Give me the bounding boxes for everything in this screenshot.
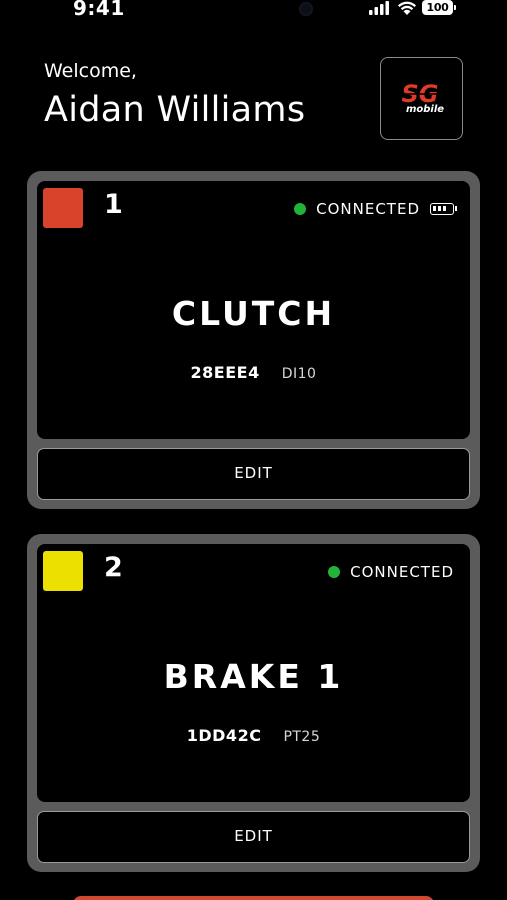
device-code: PT25 [283, 729, 321, 745]
edit-button-device-2[interactable]: EDIT [37, 811, 470, 863]
device-id: 28EEE4 [190, 363, 260, 382]
connected-dot-icon [294, 203, 307, 215]
wifi-icon [398, 1, 416, 15]
user-name: Aidan Williams [44, 90, 306, 130]
sg-logo-icon: SG mobile [393, 80, 449, 115]
device-meta: 1DD42C PT25 [37, 726, 470, 745]
device-number: 2 [104, 552, 123, 583]
device-card-body[interactable]: 2 CONNECTED BRAKE 1 1DD42C PT25 [37, 544, 470, 802]
connection-status-text: CONNECTED [350, 563, 454, 581]
device-code: DI10 [281, 366, 317, 382]
device-id: 1DD42C [186, 726, 262, 745]
device-color-swatch [43, 551, 83, 591]
device-color-swatch [43, 188, 83, 228]
connection-status-text: CONNECTED [316, 200, 420, 218]
device-name: BRAKE 1 [163, 657, 344, 696]
signal-bars-icon [369, 1, 389, 15]
connection-status: CONNECTED [294, 199, 457, 219]
svg-text:mobile: mobile [406, 104, 444, 115]
sg-mobile-logo[interactable]: SG mobile [380, 57, 463, 140]
device-card-1: 1 CONNECTED CLUTCH 28EEE4 DI10 EDIT [27, 171, 480, 509]
connection-status: CONNECTED [328, 562, 454, 582]
status-time: 9:41 [73, 0, 125, 20]
status-battery-icon: 100 [422, 0, 456, 15]
device-name: CLUTCH [171, 294, 336, 333]
device-number: 1 [104, 189, 123, 220]
app-screen: 9:41 100 Welcome, Aidan Williams SG mobi… [0, 0, 507, 900]
device-card-body[interactable]: 1 CONNECTED CLUTCH 28EEE4 DI10 [37, 181, 470, 439]
device-card-2: 2 CONNECTED BRAKE 1 1DD42C PT25 EDIT [27, 534, 480, 872]
device-meta: 28EEE4 DI10 [37, 363, 470, 382]
edit-button-device-1[interactable]: EDIT [37, 448, 470, 500]
welcome-label: Welcome, [44, 60, 137, 82]
bottom-action-button[interactable] [73, 896, 434, 900]
connected-dot-icon [328, 566, 341, 578]
status-bar: 9:41 100 [0, 0, 507, 22]
front-camera-icon [299, 2, 313, 16]
device-battery-icon [430, 203, 457, 215]
